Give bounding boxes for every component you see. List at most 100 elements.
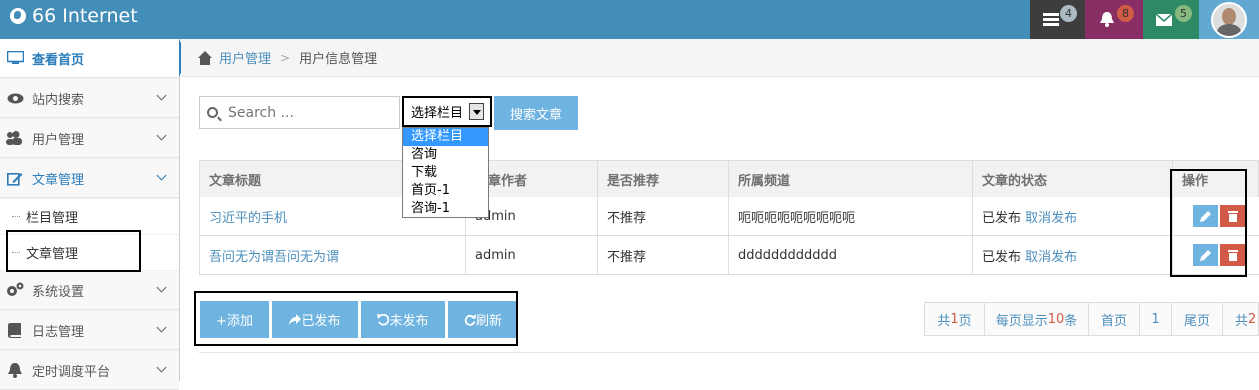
- pagination-label: 每页显示: [995, 313, 1048, 329]
- pagination-per-page-value: 10: [1047, 311, 1065, 327]
- divider: [199, 352, 1259, 353]
- column-header-status: 文章的状态: [973, 161, 1173, 197]
- highlight-box: [194, 291, 518, 346]
- users-icon: [6, 131, 24, 145]
- cogs-icon: [6, 282, 24, 297]
- status-text: 已发布: [982, 249, 1022, 265]
- article-title-link[interactable]: 吾问无为谓吾问无为谓: [209, 246, 339, 265]
- column-header-recommend: 是否推荐: [598, 161, 729, 197]
- sidebar: 查看首页 站内搜索 用户管理 文章管理 栏目管理 文章管理 系统设置 日志管理 …: [0, 39, 188, 390]
- tasks-button[interactable]: 4: [1030, 0, 1085, 39]
- sidebar-item-label: 栏目管理: [26, 211, 79, 226]
- highlight-box: [1170, 169, 1247, 277]
- dropdown-option[interactable]: 咨询-1: [403, 200, 488, 218]
- pagination-label: 共: [937, 313, 951, 329]
- user-menu[interactable]: [1199, 0, 1259, 39]
- notifications-badge: 8: [1117, 5, 1134, 22]
- notifications-button[interactable]: 8: [1085, 0, 1143, 39]
- article-title-link[interactable]: 习近平的手机: [209, 207, 287, 226]
- sidebar-item-home[interactable]: 查看首页: [0, 39, 188, 78]
- table-row: 习近平的手机 admin 不推荐 呃呃呃呃呃呃呃呃呃 已发布 取消发布: [199, 197, 1259, 236]
- sidebar-item-settings[interactable]: 系统设置: [0, 271, 179, 310]
- pagination-total-pages-value: 1: [950, 311, 959, 327]
- bell-icon: [1100, 12, 1114, 27]
- cell-status: 已发布 取消发布: [973, 197, 1173, 235]
- chevron-down-icon: [156, 90, 167, 101]
- search-input[interactable]: [226, 103, 390, 122]
- unpublish-link[interactable]: 取消发布: [1025, 246, 1077, 265]
- cell-title: 吾问无为谓吾问无为谓: [200, 236, 466, 274]
- dropdown-option[interactable]: 咨询: [403, 146, 488, 164]
- tree-dash: [12, 216, 20, 217]
- sidebar-item-users[interactable]: 用户管理: [0, 119, 179, 158]
- cell-channel: dddddddddddd: [729, 236, 973, 274]
- chevron-down-icon[interactable]: [469, 103, 484, 120]
- bell-icon: [6, 362, 24, 378]
- edit-icon: [6, 171, 24, 186]
- dropdown-option[interactable]: 下载: [403, 164, 488, 182]
- breadcrumb-parent[interactable]: 用户管理: [219, 48, 271, 67]
- breadcrumb-separator: >: [280, 50, 291, 65]
- home-icon[interactable]: [197, 50, 213, 65]
- brand[interactable]: 66 Internet: [10, 3, 138, 29]
- dropdown-option[interactable]: 选择栏目: [403, 128, 488, 146]
- sidebar-item-site-search[interactable]: 站内搜索: [0, 79, 179, 118]
- pagination-total-records: 共2: [1222, 302, 1259, 336]
- sidebar-item-label: 用户管理: [32, 132, 85, 148]
- sidebar-item-articles[interactable]: 文章管理: [0, 159, 179, 198]
- chevron-down-icon: [156, 130, 167, 141]
- pagination-label: 共: [1235, 313, 1249, 329]
- pagination-page[interactable]: 1: [1139, 302, 1172, 336]
- sidebar-item-logs[interactable]: 日志管理: [0, 311, 179, 350]
- pagination-per-page: 每页显示 10 条: [984, 302, 1089, 336]
- avatar: [1211, 1, 1247, 38]
- dropdown-option[interactable]: 首页-1: [403, 182, 488, 200]
- pagination-total-pages: 共1 页: [924, 302, 985, 336]
- highlight-box: [6, 230, 141, 272]
- cell-status: 已发布 取消发布: [973, 236, 1173, 274]
- cell-recommend: 不推荐: [598, 197, 729, 235]
- cell-author: admin: [466, 236, 598, 274]
- sidebar-item-label: 站内搜索: [32, 92, 85, 108]
- pagination-label: 页: [958, 313, 972, 329]
- pagination-label: 条: [1064, 313, 1078, 329]
- book-icon: [6, 322, 24, 338]
- search-box: [199, 96, 400, 129]
- messages-badge: 5: [1175, 5, 1192, 22]
- sidebar-item-scheduler[interactable]: 定时调度平台: [0, 351, 179, 390]
- sidebar-item-label: 文章管理: [32, 172, 85, 188]
- chevron-down-icon: [156, 170, 167, 181]
- category-select[interactable]: 选择栏目: [402, 96, 492, 127]
- pagination-first[interactable]: 首页: [1088, 302, 1140, 336]
- category-select-value: 选择栏目: [411, 106, 464, 121]
- cell-recommend: 不推荐: [598, 236, 729, 274]
- tasks-icon: [1042, 12, 1059, 26]
- desktop-icon: [6, 51, 24, 65]
- globe-icon: [10, 8, 26, 24]
- pagination-total-value: 2: [1248, 311, 1257, 327]
- search-icon: [207, 107, 218, 118]
- pagination-last[interactable]: 尾页: [1171, 302, 1223, 336]
- table-header: 文章标题 文章作者 是否推荐 所属频道 文章的状态 操作: [199, 160, 1259, 198]
- eye-icon: [6, 91, 24, 105]
- status-text: 已发布: [982, 210, 1022, 226]
- sidebar-item-label: 查看首页: [32, 52, 85, 68]
- cell-channel: 呃呃呃呃呃呃呃呃呃: [729, 197, 973, 235]
- table-row: 吾问无为谓吾问无为谓 admin 不推荐 dddddddddddd 已发布 取消…: [199, 236, 1259, 275]
- envelope-icon: [1156, 13, 1172, 26]
- breadcrumb: 用户管理 > 用户信息管理: [181, 39, 1259, 77]
- column-header-channel: 所属频道: [729, 161, 973, 197]
- brand-name: 66 Internet: [32, 5, 138, 27]
- chevron-down-icon: [156, 362, 167, 373]
- top-navbar: 66 Internet 4 8 5: [0, 0, 1259, 39]
- sidebar-item-label: 日志管理: [32, 324, 85, 340]
- tasks-badge: 4: [1060, 5, 1077, 22]
- chevron-down-icon: [156, 322, 167, 333]
- search-articles-button[interactable]: 搜索文章: [494, 96, 578, 130]
- sidebar-item-label: 定时调度平台: [32, 364, 111, 380]
- messages-button[interactable]: 5: [1143, 0, 1199, 39]
- category-dropdown: 选择栏目 咨询 下载 首页-1 咨询-1: [402, 127, 489, 218]
- unpublish-link[interactable]: 取消发布: [1025, 207, 1077, 226]
- sidebar-item-label: 系统设置: [32, 284, 85, 300]
- breadcrumb-current: 用户信息管理: [299, 52, 378, 67]
